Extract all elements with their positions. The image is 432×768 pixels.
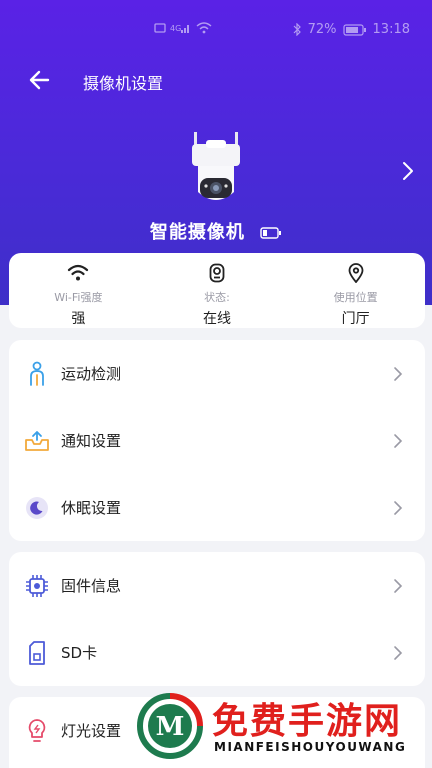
settings-card-1: 运动检测 通知设置 休眠设置 [9,340,425,541]
page-title: 摄像机设置 [83,74,164,93]
watermark: M 免费手游网 MIANFEISHOUYOUWANG [130,688,430,768]
notification-tray-icon [25,430,49,451]
chevron-right-icon [394,366,403,381]
watermark-title: 免费手游网 [212,701,403,742]
device-name: 智能摄像机 [149,222,245,243]
chevron-right-icon [394,645,403,660]
location-pin-icon [348,263,364,283]
device-battery-icon [260,227,282,239]
chevron-right-icon [394,578,403,593]
status-label: 状态: [204,291,230,304]
watermark-subtitle: MIANFEISHOUYOUWANG [214,740,407,754]
back-arrow-icon[interactable] [26,68,54,92]
app-bar: 摄像机设置 [0,64,432,96]
person-motion-icon [30,361,44,386]
battery-icon [342,23,366,36]
camera-device-image [192,132,240,200]
wifi-label: Wi-Fi强度 [54,291,103,304]
status-left-icons: 4G [154,22,212,34]
sd-card-icon [29,640,45,665]
clock: 13:18 [372,22,410,37]
watermark-logo-icon: M [137,693,203,759]
device-info-card: Wi-Fi强度 强 状态: 在线 使用位置 门厅 [9,253,425,328]
location-value: 门厅 [341,311,370,327]
svg-text:M: M [156,712,185,742]
wifi-icon [68,264,89,281]
status-bar: 4G 72% 13:18 [0,22,432,42]
camera-status-icon [209,263,225,283]
device-detail-chevron-icon[interactable] [400,160,416,182]
signal-icon: 4G [170,24,189,33]
settings-card-2: 固件信息 SD卡 [9,552,425,686]
status-item: 状态: 在线 [148,253,287,328]
firmware-info-row[interactable]: 固件信息 [9,552,425,619]
motion-detection-row[interactable]: 运动检测 [9,340,425,407]
status-right-icons: 72% 13:18 [293,22,410,37]
wifi-status-icon [196,22,212,34]
chip-icon [26,574,48,597]
device-name-row: 智能摄像机 [0,218,432,244]
motion-detection-label: 运动检测 [61,365,122,383]
chevron-right-icon [394,500,403,515]
notification-settings-label: 通知设置 [61,432,122,450]
sleep-settings-row[interactable]: 休眠设置 [9,474,425,541]
bulb-icon [28,718,46,742]
chevron-right-icon [394,433,403,448]
sd-card-label: SD卡 [61,644,98,662]
sd-card-row[interactable]: SD卡 [9,619,425,686]
svg-text:4G: 4G [170,24,181,33]
sleep-settings-label: 休眠设置 [61,499,122,517]
notification-settings-row[interactable]: 通知设置 [9,407,425,474]
status-value: 在线 [203,311,231,327]
wifi-strength-item: Wi-Fi强度 强 [9,253,148,328]
bluetooth-icon [293,23,301,36]
moon-sleep-icon [26,496,48,519]
location-item: 使用位置 门厅 [286,253,425,328]
location-label: 使用位置 [333,291,378,304]
battery-percent: 72% [307,22,337,37]
nfc-icon [154,23,166,33]
firmware-info-label: 固件信息 [61,577,122,595]
light-settings-label: 灯光设置 [61,722,122,740]
wifi-value: 强 [71,311,86,327]
